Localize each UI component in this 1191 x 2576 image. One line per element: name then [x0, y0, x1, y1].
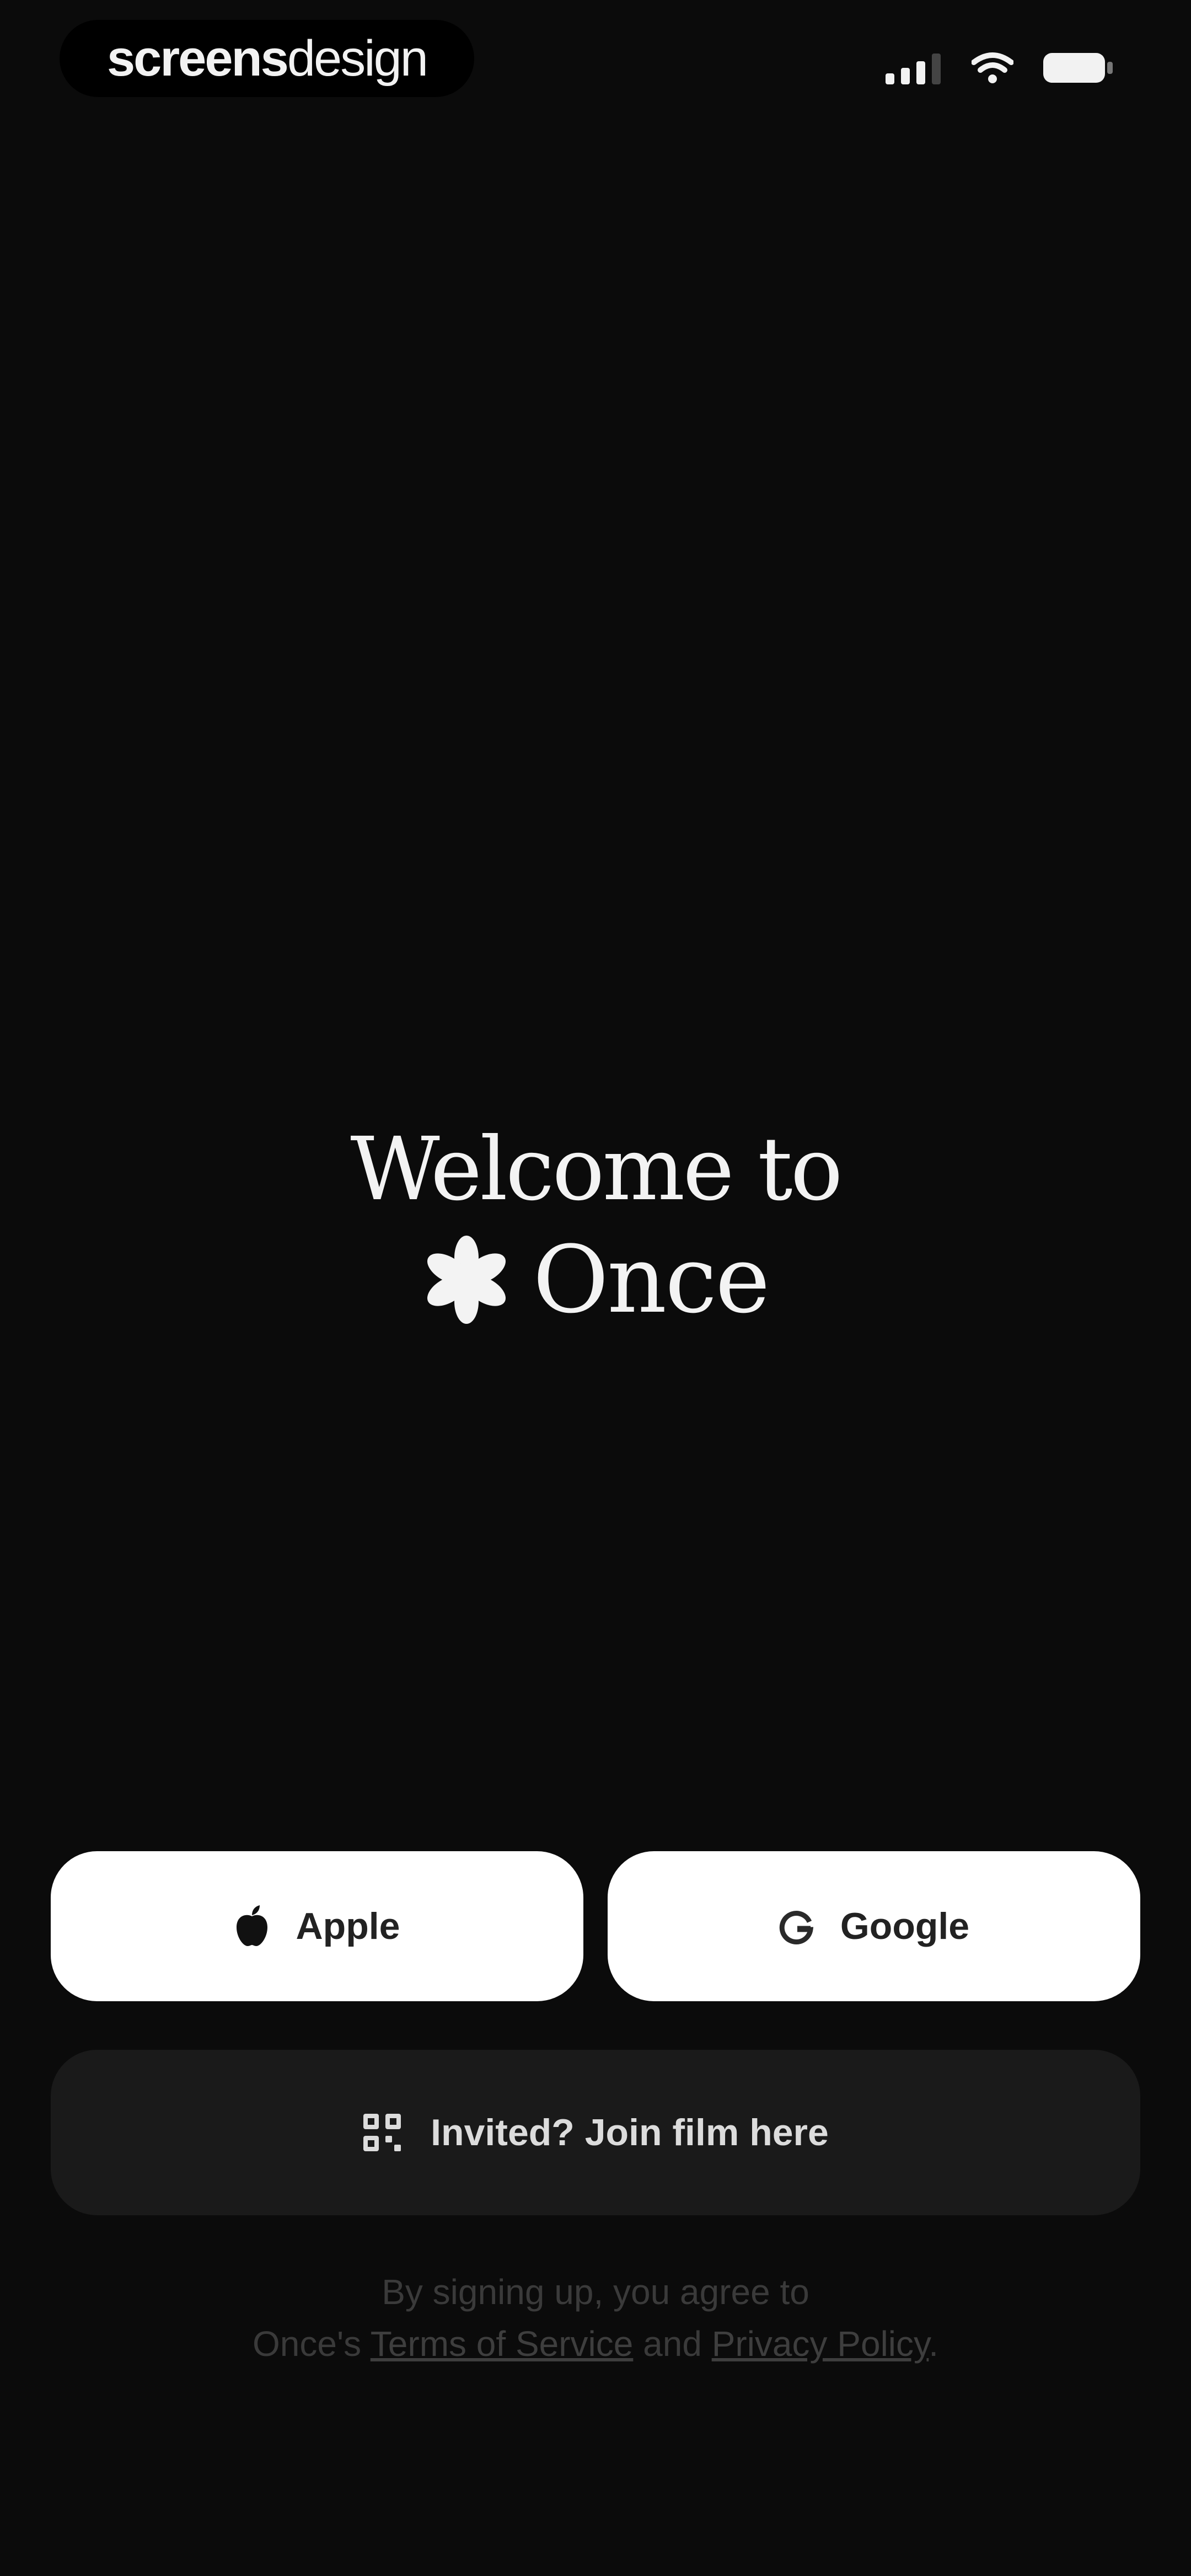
- privacy-policy-link[interactable]: Privacy Policy: [712, 2324, 929, 2364]
- brand-name: Once: [533, 1226, 770, 1334]
- brand-lockup: Once: [0, 1225, 1191, 1335]
- welcome-screen: screensdesign Welcome to Once Apple Goog…: [0, 0, 1191, 2576]
- wifi-icon: [972, 52, 1013, 83]
- signal-icon: [886, 54, 941, 84]
- watermark-logo: screensdesign: [107, 30, 428, 87]
- asterisk-flower-icon: [427, 1236, 506, 1324]
- google-button-label: Google: [840, 1905, 970, 1947]
- apple-button-label: Apple: [296, 1905, 400, 1947]
- legal-line-2: Once's Terms of Service and Privacy Poli…: [0, 2318, 1191, 2370]
- apple-sign-in-button[interactable]: Apple: [51, 1851, 583, 2001]
- legal-suffix: .: [929, 2324, 939, 2364]
- welcome-title: Welcome to: [350, 1119, 843, 1220]
- watermark-part-1: screens: [107, 30, 289, 87]
- join-film-button[interactable]: Invited? Join film here: [51, 2050, 1140, 2215]
- watermark-badge: screensdesign: [60, 20, 474, 97]
- google-icon: [779, 1911, 814, 1945]
- watermark-part-2: design: [287, 30, 428, 87]
- legal-line-1: By signing up, you agree to: [382, 2272, 809, 2312]
- qr-code-icon: [363, 2114, 401, 2151]
- welcome-heading: Welcome to Once: [0, 1114, 1191, 1335]
- google-sign-in-button[interactable]: Google: [608, 1851, 1140, 2001]
- battery-icon: [1043, 53, 1113, 83]
- join-film-label: Invited? Join film here: [431, 2112, 829, 2153]
- legal-conjunction: and: [643, 2324, 702, 2364]
- legal-notice: By signing up, you agree to Once's Terms…: [0, 2266, 1191, 2370]
- status-icons: [886, 49, 1114, 87]
- legal-prefix: Once's: [252, 2324, 362, 2364]
- sign-in-options: Apple Google: [51, 1851, 1140, 2001]
- terms-of-service-link[interactable]: Terms of Service: [371, 2324, 634, 2364]
- apple-icon: [236, 1905, 267, 1946]
